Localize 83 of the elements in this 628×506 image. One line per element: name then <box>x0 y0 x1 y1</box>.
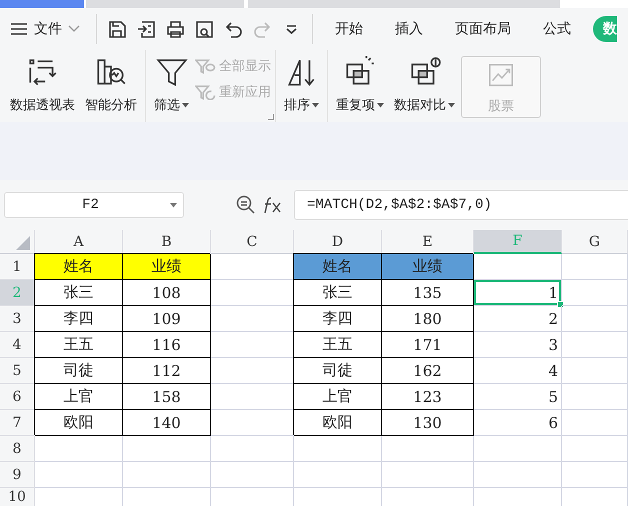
ribbon-button[interactable]: 排序 <box>280 56 323 114</box>
save-icon[interactable] <box>107 18 128 40</box>
table-cell: 135 <box>382 280 474 306</box>
ribbon-button[interactable]: 重复项 <box>332 56 388 114</box>
table-cell: 109 <box>123 306 211 332</box>
column-header[interactable]: E <box>382 230 474 254</box>
table-cell: 6 <box>474 410 562 436</box>
filter-refresh-icon <box>195 84 216 100</box>
ribbon-button[interactable]: 智能分析 <box>81 56 141 114</box>
row-header[interactable]: 1 <box>0 254 35 280</box>
table-cell <box>562 436 628 462</box>
table-cell: 李四 <box>294 306 382 332</box>
table-cell: 业绩 <box>382 254 474 280</box>
ribbon-tab[interactable]: 公式 <box>533 16 581 42</box>
row-header[interactable]: 7 <box>0 410 35 436</box>
row-header[interactable]: 4 <box>0 332 35 358</box>
table-cell <box>562 332 628 358</box>
table-cell: 张三 <box>294 280 382 306</box>
ribbon-tab[interactable]: 开始 <box>325 16 373 42</box>
table-cell: 司徒 <box>35 358 123 384</box>
table-cell <box>562 410 628 436</box>
table-cell: 业绩 <box>123 254 211 280</box>
table-cell <box>562 280 628 306</box>
formula-field[interactable]: =MATCH(D2,$A$2:$A$7,0) <box>294 190 628 220</box>
preview-icon[interactable] <box>194 18 215 40</box>
table-cell: 140 <box>123 410 211 436</box>
table-cell: 王五 <box>294 332 382 358</box>
column-header[interactable]: B <box>123 230 211 254</box>
table-cell <box>562 254 628 280</box>
table-cell: 李四 <box>35 306 123 332</box>
table-cell: 116 <box>123 332 211 358</box>
table-cell: 姓名 <box>35 254 123 280</box>
table-cell: 2 <box>474 306 562 332</box>
ribbon-tab[interactable]: 页面布局 <box>445 16 521 42</box>
name-box[interactable]: F2 <box>4 192 184 218</box>
dialog-launcher-icon[interactable] <box>268 114 274 120</box>
table-cell: 180 <box>382 306 474 332</box>
table-cell: 上官 <box>294 384 382 410</box>
caret-icon <box>170 202 177 208</box>
column-header[interactable]: G <box>562 230 628 254</box>
print-icon[interactable] <box>165 18 186 40</box>
row-header[interactable]: 6 <box>0 384 35 410</box>
table-cell: 130 <box>382 410 474 436</box>
table-cell: 张三 <box>35 280 123 306</box>
column-header[interactable]: D <box>294 230 382 254</box>
table-cell: 欧阳 <box>294 410 382 436</box>
table-cell: 123 <box>382 384 474 410</box>
table-cell: 王五 <box>35 332 123 358</box>
column-header[interactable]: C <box>211 230 294 254</box>
row-header[interactable]: 8 <box>0 436 35 462</box>
ribbon-button[interactable]: 筛选 <box>150 56 193 114</box>
table-cell: 4 <box>474 358 562 384</box>
row-header[interactable]: 5 <box>0 358 35 384</box>
row-header[interactable]: 9 <box>0 462 35 488</box>
table-cell: 5 <box>474 384 562 410</box>
table-cell <box>562 306 628 332</box>
zoom-icon[interactable] <box>236 195 256 215</box>
row-header[interactable]: 3 <box>0 306 35 332</box>
chevron-icon <box>68 25 80 33</box>
ribbon-tab[interactable]: 插入 <box>385 16 433 42</box>
table-cell: 112 <box>123 358 211 384</box>
table-cell <box>562 358 628 384</box>
row-header[interactable]: 10 <box>0 488 35 506</box>
table-cell <box>562 384 628 410</box>
table-cell: 158 <box>123 384 211 410</box>
file-menu[interactable]: 文件 <box>10 20 80 38</box>
filter-eye-icon <box>195 58 216 74</box>
export-icon[interactable] <box>136 18 157 40</box>
table-cell: 1 <box>474 280 562 306</box>
fill-handle[interactable] <box>557 301 564 308</box>
table-cell: 司徒 <box>294 358 382 384</box>
table-cell: 欧阳 <box>35 410 123 436</box>
menu-icon <box>10 22 28 36</box>
table-cell: 上官 <box>35 384 123 410</box>
table-cell: 171 <box>382 332 474 358</box>
table-cell: 3 <box>474 332 562 358</box>
table-cell <box>562 462 628 488</box>
table-cell: 108 <box>123 280 211 306</box>
column-header[interactable]: A <box>35 230 123 254</box>
table-cell: 姓名 <box>294 254 382 280</box>
ribbon-button[interactable]: 数据对比 <box>390 56 459 114</box>
ribbon-button[interactable]: 数据透视表 <box>6 56 79 114</box>
table-cell: 162 <box>382 358 474 384</box>
